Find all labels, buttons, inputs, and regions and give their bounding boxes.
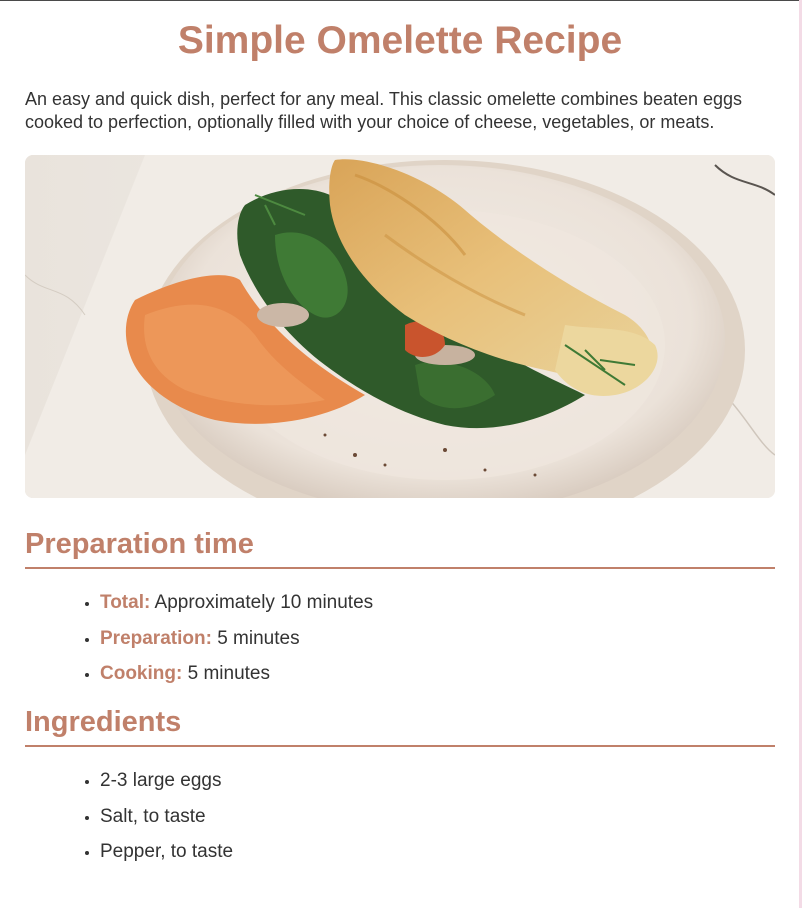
cooking-value: 5 minutes (187, 663, 270, 684)
total-label: Total: (100, 592, 151, 613)
preparation-time-heading: Preparation time (25, 527, 775, 569)
recipe-page: Simple Omelette Recipe An easy and quick… (25, 0, 775, 876)
ingredient-item: Pepper, to taste (100, 840, 775, 864)
list-item: Total: Approximately 10 minutes (100, 591, 775, 615)
recipe-intro: An easy and quick dish, perfect for any … (25, 89, 743, 132)
preparation-time-list: Total: Approximately 10 minutes Preparat… (25, 591, 775, 686)
preparation-time-section: Preparation time Total: Approximately 10… (25, 527, 775, 686)
ingredients-heading: Ingredients (25, 705, 775, 747)
ingredients-list: 2-3 large eggs Salt, to taste Pepper, to… (25, 769, 775, 864)
preparation-label: Preparation: (100, 627, 212, 649)
ingredient-item: 2-3 large eggs (100, 769, 775, 793)
list-item: Cooking: 5 minutes (100, 662, 775, 686)
omelette-photo-illustration (25, 155, 775, 498)
cooking-label: Cooking: (100, 663, 183, 684)
total-value: Approximately 10 minutes (154, 592, 374, 613)
preparation-value: 5 minutes (217, 627, 300, 649)
ingredients-section: Ingredients 2-3 large eggs Salt, to tast… (25, 705, 775, 864)
ingredient-item: Salt, to taste (100, 805, 775, 829)
recipe-photo (25, 155, 775, 498)
list-item: Preparation: 5 minutes (100, 627, 775, 651)
page-title: Simple Omelette Recipe (177, 19, 623, 62)
